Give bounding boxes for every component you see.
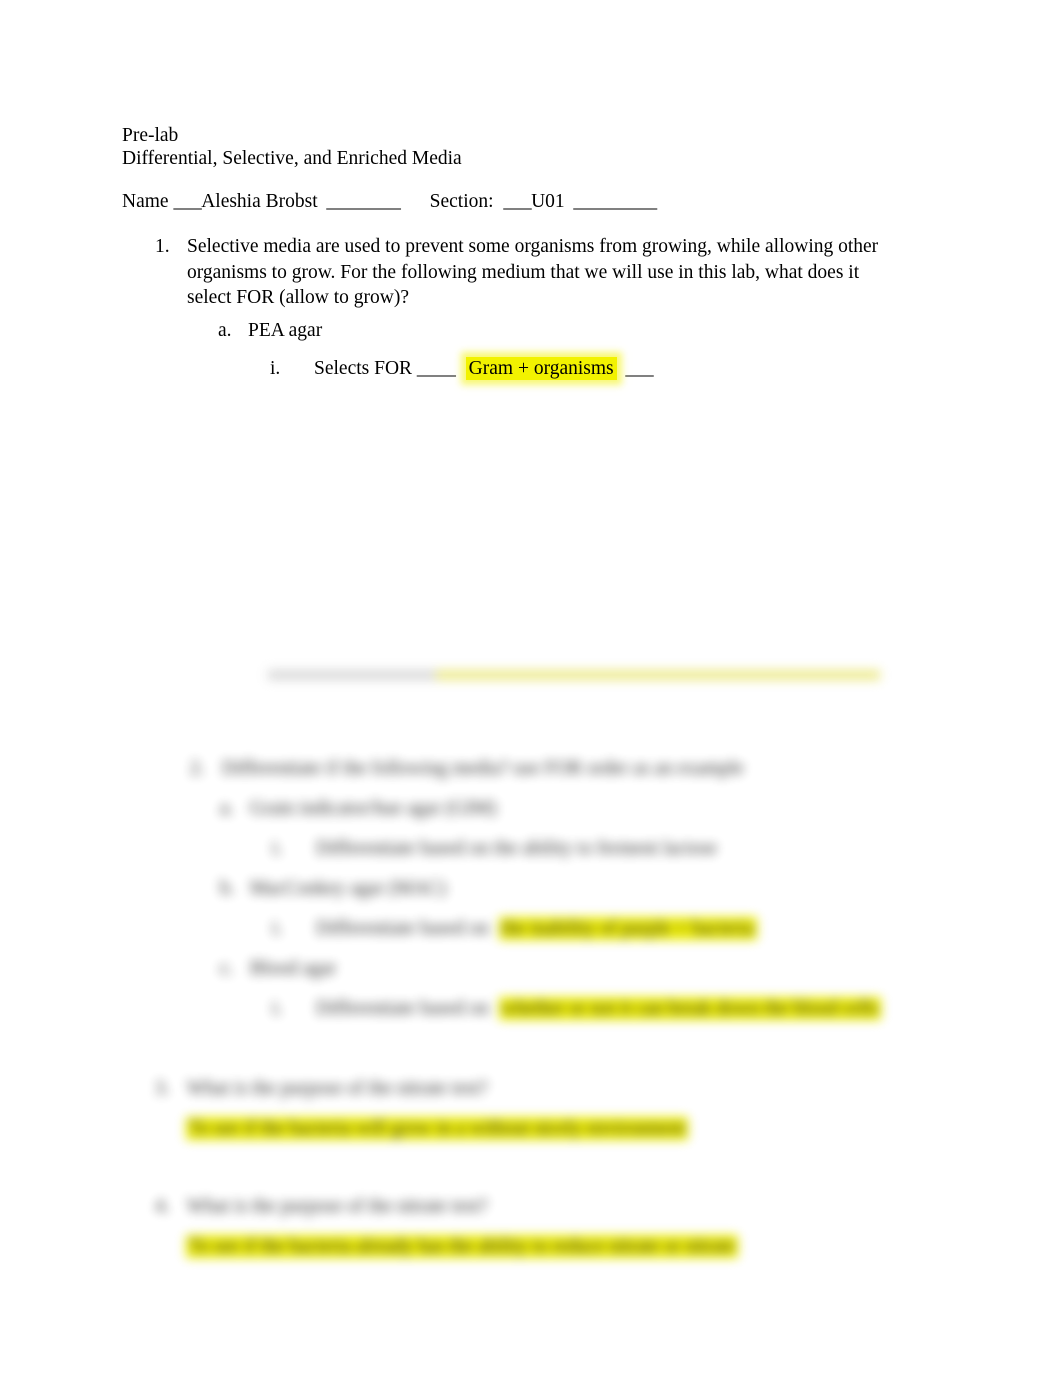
sub-i-trailing-rule: ___ [616, 358, 654, 379]
redacted-content-block: 2. Differentiate if the following media? … [0, 648, 1062, 1288]
redacted-item-b-sub-i-prompt: Differentiate based on [316, 918, 489, 939]
document-title-line-2: Differential, Selective, and Enriched Me… [122, 148, 462, 169]
redacted-item-b-label: MacConkey agar (MAC) [250, 878, 447, 899]
redacted-item-b-marker: b. [220, 878, 235, 899]
redacted-item-b-sub-i-marker: i. [272, 918, 283, 939]
document-page: Pre-lab Differential, Selective, and Enr… [0, 0, 1062, 1377]
redacted-item-c-sub-i: i. Differentiate based on whether or not … [272, 996, 882, 1022]
redacted-question-3: 3. What is the purpose of the nitrate tes… [155, 1076, 488, 1102]
sub-i-prompt: Selects FOR ____ [314, 358, 456, 379]
section-rule-before: ___ [503, 191, 532, 212]
document-header: Pre-lab Differential, Selective, and Enr… [122, 124, 462, 170]
redacted-item-a-sub-i-answer: the ability to ferment lactose [493, 838, 717, 859]
redacted-question-4-answer: To see if the bacteria already has the a… [186, 1235, 739, 1258]
redacted-item-c-sub-i-answer: whether or not it can break down the blo… [498, 997, 882, 1020]
redacted-question-2-text: Differentiate if the following media? us… [222, 758, 744, 779]
redacted-question-4-text: What is the purpose of the nitrate test? [187, 1196, 488, 1217]
redacted-question-2-number: 2. [190, 758, 205, 779]
section-rule-after: _________ [564, 191, 657, 212]
redacted-item-b: b. MacConkey agar (MAC) [220, 876, 446, 902]
redacted-question-2: 2. Differentiate if the following media? … [190, 756, 744, 782]
sliver-highlight-bar [436, 670, 880, 680]
redacted-question-3-text: What is the purpose of the nitrate test? [187, 1078, 488, 1099]
redacted-item-b-sub-i-answer: the inability of purple + bacteria [498, 917, 757, 940]
redacted-item-c-label: Blood agar [250, 958, 337, 979]
item-a-label: PEA agar [248, 320, 323, 341]
sliver-text-bar [268, 670, 438, 680]
redacted-question-4-number: 4. [155, 1196, 170, 1217]
redacted-item-a-label: Grain indicator/hue agar (GIM) [250, 798, 497, 819]
redacted-question-4-answer-line: To see if the bacteria already has the a… [186, 1234, 739, 1260]
item-a-marker: a. [218, 320, 232, 341]
question-1-text: Selective media are used to prevent some… [187, 236, 879, 308]
redacted-item-c-marker: c. [220, 958, 234, 979]
name-section-gap [400, 191, 429, 212]
name-value[interactable]: Aleshia Brobst [201, 191, 317, 212]
clipped-line-sliver [268, 670, 880, 680]
redacted-question-3-number: 3. [155, 1078, 170, 1099]
redacted-question-3-answer: To see if the bacteria will grow in a wi… [186, 1117, 689, 1140]
redacted-item-a-sub-i-prompt: Differentiate based on [316, 838, 489, 859]
name-rule-before: ___ [173, 191, 202, 212]
question-1-item-a-sub-i: i. Selects FOR ____ Gram + organisms ___ [270, 356, 654, 382]
redacted-item-a-sub-i: i. Differentiate based on the ability to … [272, 836, 717, 862]
redacted-question-3-answer-line: To see if the bacteria will grow in a wi… [186, 1116, 689, 1142]
sub-i-marker: i. [270, 358, 281, 379]
document-title-line-1: Pre-lab [122, 125, 179, 146]
name-rule-after: ________ [317, 191, 401, 212]
redacted-item-c: c. Blood agar [220, 956, 336, 982]
redacted-item-c-sub-i-marker: i. [272, 998, 283, 1019]
section-label: Section: [429, 191, 504, 212]
section-value[interactable]: U01 [531, 191, 565, 212]
name-label: Name [122, 191, 174, 212]
redacted-item-a-marker: a. [220, 798, 234, 819]
question-1-item-a: a. PEA agar [218, 318, 322, 344]
redacted-item-a: a. Grain indicator/hue agar (GIM) [220, 796, 496, 822]
name-section-line: Name ___Aleshia Brobst ________ Section:… [122, 190, 657, 213]
redacted-question-4: 4. What is the purpose of the nitrate tes… [155, 1194, 488, 1220]
redacted-item-c-sub-i-prompt: Differentiate based on [316, 998, 489, 1019]
redacted-item-b-sub-i: i. Differentiate based on the inability o… [272, 916, 757, 942]
sub-i-answer-highlighted[interactable]: Gram + organisms [465, 357, 617, 380]
redacted-item-a-sub-i-marker: i. [272, 838, 283, 859]
question-1: 1. Selective media are used to prevent s… [155, 234, 885, 311]
question-1-number: 1. [155, 236, 170, 257]
